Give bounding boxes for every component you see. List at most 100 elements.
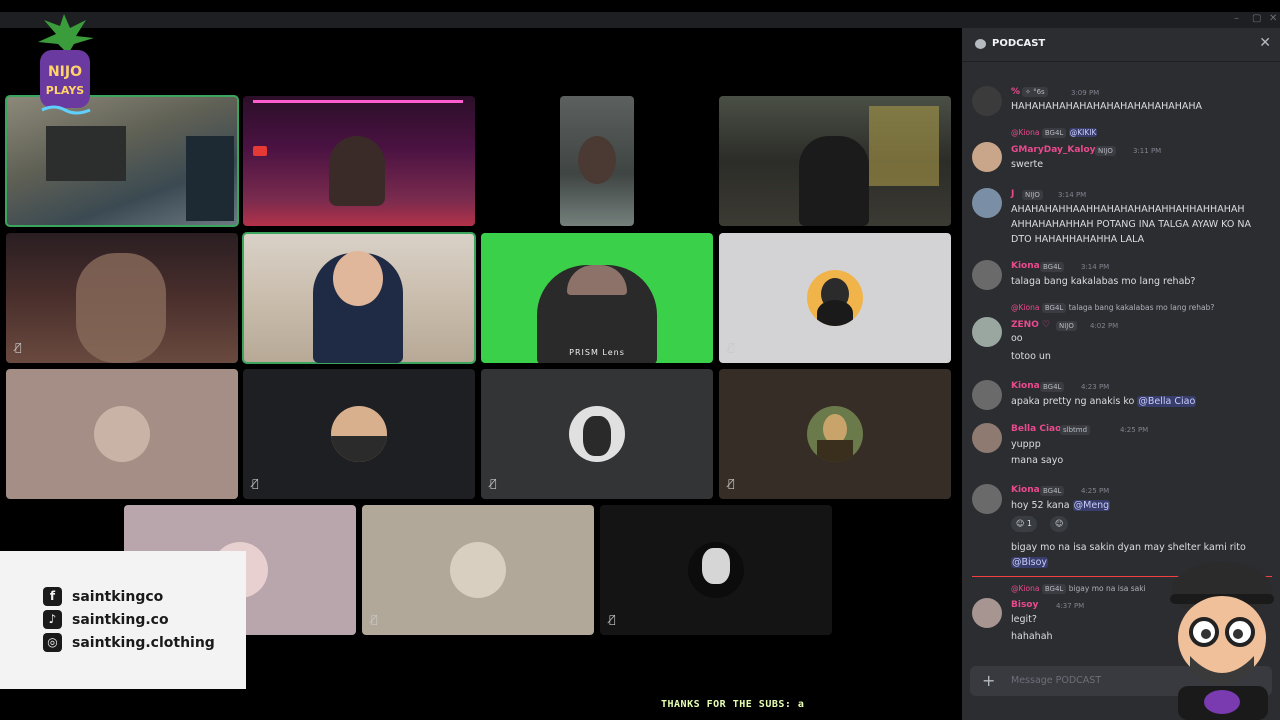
message-time: 3:14 PM bbox=[1081, 263, 1110, 271]
avatar[interactable] bbox=[972, 598, 1002, 628]
channel-logo: NIJO PLAYS bbox=[34, 14, 96, 116]
video-tile-7[interactable]: PRISM Lens bbox=[481, 233, 713, 363]
person-face bbox=[333, 251, 383, 306]
muted-icon: 🎙̸ bbox=[15, 341, 22, 354]
message-time: 3:14 PM bbox=[1058, 191, 1087, 199]
social-instagram[interactable]: ◎ saintking.clothing bbox=[43, 633, 215, 652]
social-card: f saintkingco ♪ saintking.co ◎ saintking… bbox=[0, 551, 246, 689]
user-badge: NIJO bbox=[1022, 190, 1043, 200]
message-author[interactable]: Bisoy bbox=[1011, 600, 1038, 610]
reply-preview[interactable]: @Kiona BG4L talaga bang kakalabas mo lan… bbox=[1011, 303, 1214, 313]
message-time: 3:11 PM bbox=[1133, 147, 1162, 155]
video-tile-10[interactable]: 🎙̸ bbox=[243, 369, 475, 499]
video-tile-8[interactable]: 🎙̸ bbox=[719, 233, 951, 363]
avatar[interactable] bbox=[972, 423, 1002, 453]
chat-header: PODCAST ✕ bbox=[962, 28, 1280, 62]
avatar[interactable] bbox=[972, 260, 1002, 290]
close-window-icon[interactable]: ✕ bbox=[1269, 13, 1277, 24]
muted-icon: 🎙̸ bbox=[728, 477, 735, 490]
youtube-icon bbox=[253, 146, 267, 156]
mention[interactable]: @Meng bbox=[1072, 500, 1111, 511]
svg-text:PLAYS: PLAYS bbox=[46, 84, 84, 97]
message-author[interactable]: ZENO ♡ bbox=[1011, 320, 1050, 330]
user-avatar bbox=[807, 406, 863, 462]
user-avatar bbox=[569, 406, 625, 462]
emoji-icon: ☺ bbox=[1016, 519, 1025, 528]
message-author[interactable]: Kiona bbox=[1011, 381, 1040, 391]
message-text: yuppp bbox=[1011, 439, 1041, 450]
reply-preview[interactable]: @Kiona BG4L @KIKIK bbox=[1011, 128, 1098, 138]
facebook-icon: f bbox=[43, 587, 62, 606]
chat-bubble-icon bbox=[975, 39, 986, 49]
video-tile-15[interactable]: 🎙̸ bbox=[600, 505, 832, 635]
avatar[interactable] bbox=[972, 484, 1002, 514]
message-text: hoy 52 kana @Meng bbox=[1011, 500, 1111, 511]
message-text: HAHAHAHAHAHAHAHAHAHAHAHAHAHA bbox=[1011, 101, 1202, 112]
message-time: 4:25 PM bbox=[1081, 487, 1110, 495]
avatar[interactable] bbox=[972, 188, 1002, 218]
message-text: talaga bang kakalabas mo lang rehab? bbox=[1011, 276, 1196, 287]
video-tile-12[interactable]: 🎙̸ bbox=[719, 369, 951, 499]
mention[interactable]: @Bella Ciao bbox=[1137, 396, 1197, 407]
reply-preview[interactable]: @Kiona BG4L bigay mo na isa saki bbox=[1011, 584, 1146, 594]
maximize-icon[interactable]: ▢ bbox=[1252, 13, 1261, 24]
tiktok-handle: saintking.co bbox=[72, 611, 169, 628]
message-time: 3:09 PM bbox=[1071, 89, 1100, 97]
user-avatar bbox=[331, 406, 387, 462]
message-text: swerte bbox=[1011, 159, 1044, 170]
message-author[interactable]: % bbox=[1011, 87, 1020, 97]
social-tiktok[interactable]: ♪ saintking.co bbox=[43, 610, 169, 629]
muted-icon: 🎙̸ bbox=[490, 477, 497, 490]
facebook-handle: saintkingco bbox=[72, 588, 164, 605]
video-tile-2[interactable] bbox=[243, 96, 475, 226]
message-author[interactable]: J bbox=[1011, 189, 1014, 199]
add-reaction-button[interactable]: ☺ bbox=[1050, 516, 1069, 532]
add-attachment-icon[interactable]: + bbox=[982, 671, 995, 690]
video-tile-4[interactable] bbox=[719, 96, 951, 226]
mention[interactable]: @Bisoy bbox=[1011, 557, 1049, 568]
close-icon[interactable]: ✕ bbox=[1259, 35, 1271, 51]
user-avatar bbox=[688, 542, 744, 598]
muted-icon: 🎙̸ bbox=[609, 613, 616, 626]
person-silhouette bbox=[799, 136, 869, 226]
neon-light bbox=[253, 100, 463, 103]
user-badge: ✧ °6s bbox=[1022, 87, 1048, 97]
message-author[interactable]: Bella Ciao bbox=[1011, 424, 1061, 434]
minimize-icon[interactable]: – bbox=[1234, 13, 1239, 24]
social-facebook[interactable]: f saintkingco bbox=[43, 587, 163, 606]
avatar[interactable] bbox=[972, 380, 1002, 410]
video-tile-9[interactable] bbox=[6, 369, 238, 499]
avatar[interactable] bbox=[972, 86, 1002, 116]
avatar[interactable] bbox=[972, 317, 1002, 347]
user-avatar bbox=[94, 406, 150, 462]
instagram-icon: ◎ bbox=[43, 633, 62, 652]
person-silhouette bbox=[76, 253, 166, 363]
muted-icon: 🎙̸ bbox=[371, 613, 378, 626]
channel-name: PODCAST bbox=[992, 38, 1046, 49]
video-tile-5[interactable]: 🎙̸ bbox=[6, 233, 238, 363]
window-light bbox=[869, 106, 939, 186]
muted-icon: 🎙̸ bbox=[728, 341, 735, 354]
message-text: AHAHAHAHHAAHHAHAHAHAHAHHAHHAHHAHAH AHHAH… bbox=[1011, 204, 1251, 245]
subs-ticker: THANKS FOR THE SUBS: a bbox=[661, 699, 805, 710]
user-avatar bbox=[807, 270, 863, 326]
message-time: 4:25 PM bbox=[1120, 426, 1149, 434]
message-time: 4:02 PM bbox=[1090, 322, 1119, 330]
message-author[interactable]: Kiona bbox=[1011, 261, 1040, 271]
video-tile-3[interactable] bbox=[560, 96, 634, 226]
reaction-count: 1 bbox=[1026, 519, 1032, 528]
user-badge: BG4L bbox=[1040, 382, 1065, 392]
video-tile-11[interactable]: 🎙̸ bbox=[481, 369, 713, 499]
svg-text:NIJO: NIJO bbox=[48, 64, 82, 80]
mascot-character bbox=[1160, 560, 1280, 720]
message-text: totoo un bbox=[1011, 351, 1051, 362]
message-author[interactable]: GMaryDay_Kaloy bbox=[1011, 145, 1096, 155]
message-author[interactable]: Kiona bbox=[1011, 485, 1040, 495]
avatar[interactable] bbox=[972, 142, 1002, 172]
video-tile-6[interactable] bbox=[242, 232, 476, 364]
user-badge: BG4L bbox=[1040, 262, 1065, 272]
video-tile-14[interactable]: 🎙̸ bbox=[362, 505, 594, 635]
message-placeholder: Message PODCAST bbox=[1011, 675, 1102, 686]
camera-caption: PRISM Lens bbox=[569, 348, 625, 357]
reaction-pill[interactable]: ☺ 1 bbox=[1011, 516, 1037, 532]
